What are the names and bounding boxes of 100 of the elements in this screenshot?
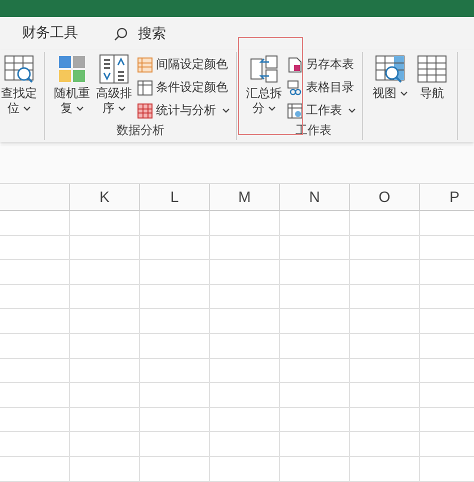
grid-cell[interactable] bbox=[280, 260, 350, 285]
grid-cell[interactable] bbox=[280, 358, 350, 384]
grid-cell[interactable] bbox=[70, 383, 140, 408]
grid-cell[interactable] bbox=[280, 284, 350, 310]
chevron-icon bbox=[118, 106, 126, 112]
grid-cell[interactable] bbox=[280, 432, 350, 457]
grid-cell[interactable] bbox=[210, 309, 280, 334]
search-icon[interactable] bbox=[114, 26, 128, 40]
grid-cell[interactable] bbox=[70, 358, 140, 384]
grid-cell[interactable] bbox=[210, 211, 280, 236]
grid-cell[interactable] bbox=[280, 408, 350, 432]
color-squares-icon bbox=[57, 54, 87, 84]
grid-cell[interactable] bbox=[140, 456, 210, 482]
grid-cell[interactable] bbox=[280, 309, 350, 334]
grid-cell[interactable] bbox=[210, 432, 280, 457]
grid-cell[interactable] bbox=[280, 334, 350, 359]
grid-cell[interactable] bbox=[210, 334, 280, 359]
grid-cell[interactable] bbox=[350, 432, 420, 457]
grid-cell[interactable] bbox=[210, 358, 280, 384]
grid-cell[interactable] bbox=[350, 408, 420, 432]
grid-cell[interactable] bbox=[140, 284, 210, 310]
grid-cell[interactable] bbox=[210, 383, 280, 408]
grid-cell[interactable] bbox=[70, 408, 140, 432]
ribbon-button[interactable]: 随机重复 bbox=[53, 54, 91, 116]
ribbon-button[interactable]: 高级排序 bbox=[95, 54, 133, 116]
grid-cell[interactable] bbox=[70, 284, 140, 310]
grid-cell[interactable] bbox=[0, 383, 70, 408]
chevron-icon bbox=[268, 106, 276, 112]
grid-cell[interactable] bbox=[140, 383, 210, 408]
grid-cell[interactable] bbox=[140, 408, 210, 432]
grid-cell[interactable] bbox=[70, 334, 140, 359]
grid-cell[interactable] bbox=[210, 236, 280, 260]
grid-cell[interactable] bbox=[210, 284, 280, 310]
grid-cell[interactable] bbox=[210, 260, 280, 285]
grid-cell[interactable] bbox=[140, 211, 210, 236]
grid-cell[interactable] bbox=[0, 408, 70, 432]
ribbon-tab[interactable]: 财务工具 bbox=[22, 20, 78, 48]
group-label: 数据分析 bbox=[116, 122, 166, 139]
table-icon bbox=[137, 80, 153, 96]
table-search-icon bbox=[4, 54, 34, 84]
grid-cell[interactable] bbox=[140, 260, 210, 285]
grid-cell[interactable] bbox=[210, 408, 280, 432]
grid-cell[interactable] bbox=[280, 211, 350, 236]
grid-cell[interactable] bbox=[140, 432, 210, 457]
grid-cell[interactable] bbox=[350, 260, 420, 285]
grid-cell[interactable] bbox=[70, 456, 140, 482]
grid-cell[interactable] bbox=[70, 236, 140, 260]
grid-cell[interactable] bbox=[0, 284, 70, 310]
grid-cell[interactable] bbox=[140, 236, 210, 260]
chevron-icon bbox=[400, 91, 408, 96]
ribbon-small-button[interactable]: 统计与分析 bbox=[137, 100, 230, 121]
grid-cell[interactable] bbox=[70, 211, 140, 236]
grid-cell[interactable] bbox=[350, 358, 420, 384]
grid-cell[interactable] bbox=[140, 358, 210, 384]
ribbon-small-button[interactable]: 表格目录 bbox=[287, 77, 356, 98]
grid-cell[interactable] bbox=[280, 383, 350, 408]
view-search-icon bbox=[375, 54, 405, 84]
grid-cell[interactable] bbox=[280, 236, 350, 260]
ribbon-button[interactable]: 导航 bbox=[413, 54, 451, 101]
ribbon-small-button[interactable]: 条件设定颜色 bbox=[137, 77, 230, 98]
chevron-icon bbox=[22, 106, 30, 112]
chevron-icon bbox=[76, 106, 84, 112]
ribbon-small-button[interactable]: 间隔设定颜色 bbox=[137, 54, 230, 75]
grid-cell[interactable] bbox=[210, 456, 280, 482]
column-header[interactable]: M bbox=[210, 184, 280, 210]
grid-cell[interactable] bbox=[0, 236, 70, 260]
grid-cell[interactable] bbox=[350, 236, 420, 260]
grid-cell[interactable] bbox=[350, 383, 420, 408]
grid-cell[interactable] bbox=[0, 456, 70, 482]
table-link-icon bbox=[287, 80, 303, 96]
grid-cell[interactable] bbox=[0, 260, 70, 285]
column-header[interactable]: P bbox=[420, 184, 474, 210]
ribbon-button[interactable]: 视图 bbox=[371, 54, 409, 101]
column-header[interactable]: O bbox=[350, 184, 420, 210]
column-header[interactable]: N bbox=[280, 184, 350, 210]
column-header[interactable]: K bbox=[70, 184, 140, 210]
grid-cell[interactable] bbox=[0, 334, 70, 359]
striped-table-icon bbox=[137, 56, 153, 72]
grid-cell[interactable] bbox=[0, 358, 70, 384]
grid-cell[interactable] bbox=[140, 309, 210, 334]
ribbon-small-button[interactable]: 另存本表 bbox=[287, 54, 356, 75]
column-header[interactable]: L bbox=[140, 184, 210, 210]
grid-cell[interactable] bbox=[280, 456, 350, 482]
search-label[interactable]: 搜索 bbox=[138, 24, 166, 42]
ribbon-button[interactable]: 汇总拆分 bbox=[245, 54, 283, 116]
grid-cell[interactable] bbox=[350, 334, 420, 359]
grid-cell[interactable] bbox=[350, 284, 420, 310]
split-arrows-icon bbox=[249, 54, 279, 84]
ribbon-small-button[interactable]: 工作表 bbox=[287, 100, 356, 121]
grid-cell[interactable] bbox=[350, 309, 420, 334]
grid-cell[interactable] bbox=[350, 456, 420, 482]
grid-cell[interactable] bbox=[70, 309, 140, 334]
ribbon-button[interactable]: 查找定位 bbox=[0, 54, 38, 116]
grid-cell[interactable] bbox=[70, 260, 140, 285]
grid-cell[interactable] bbox=[0, 432, 70, 457]
grid-cell[interactable] bbox=[140, 334, 210, 359]
grid-cell[interactable] bbox=[70, 432, 140, 457]
grid-cell[interactable] bbox=[350, 211, 420, 236]
grid-cell[interactable] bbox=[0, 309, 70, 334]
grid-cell[interactable] bbox=[0, 211, 70, 236]
